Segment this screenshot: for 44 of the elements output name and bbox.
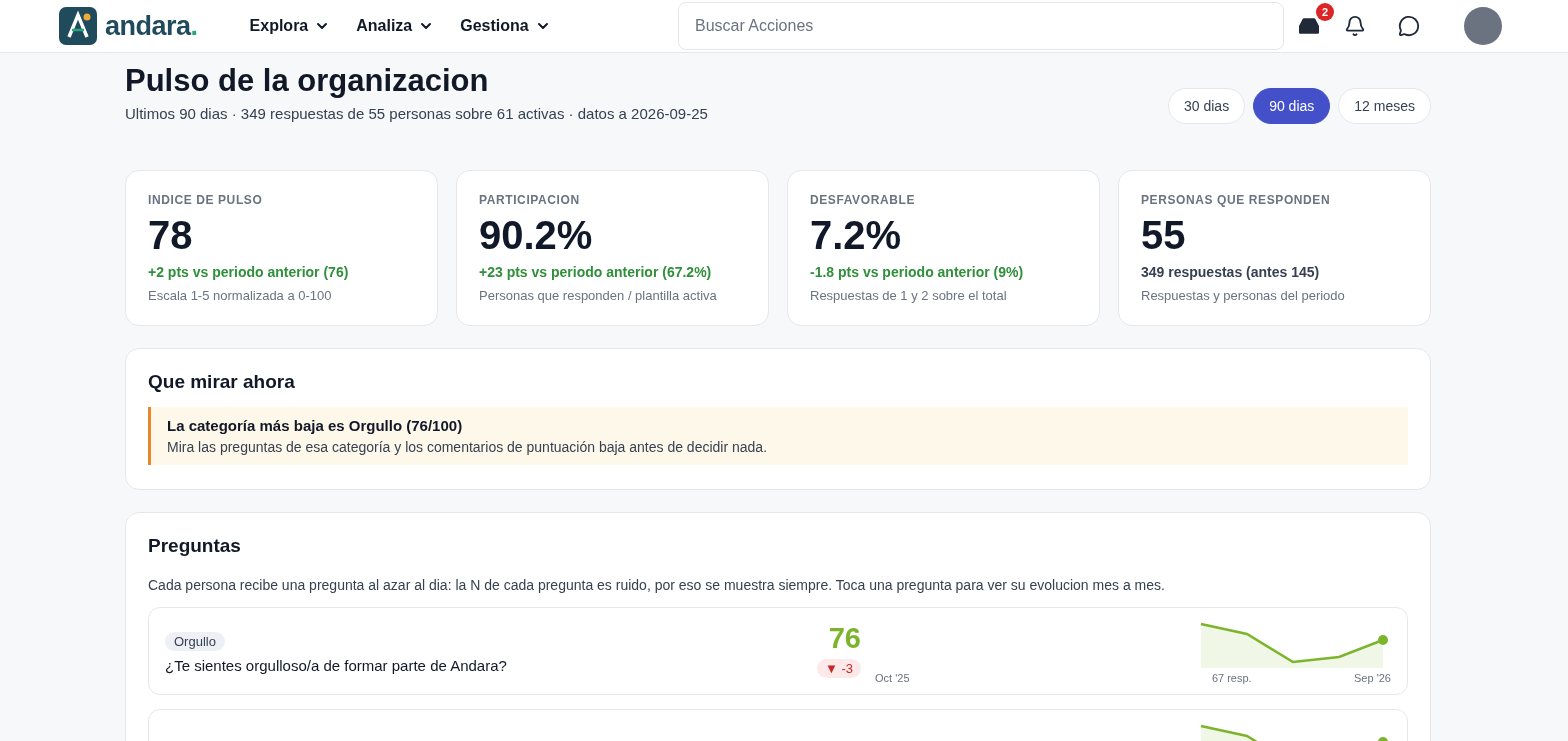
nav-menu[interactable]: Analiza xyxy=(354,13,437,39)
nav-menu[interactable]: Explora xyxy=(247,13,333,39)
alert-text: Mira las preguntas de esa categoría y los comentarios de puntuación baja antes de decidir nada. xyxy=(167,439,769,455)
change-badge: ▼ -3 xyxy=(816,659,861,678)
kpi-delta: +2 pts vs periodo anterior (76) xyxy=(148,264,350,280)
range-tab[interactable]: 30 dias xyxy=(1168,88,1246,124)
logo-icon xyxy=(59,7,97,45)
axis-label: Sep '26 xyxy=(1354,672,1391,684)
kpi-value: 78 xyxy=(148,213,194,258)
kpi-delta: +23 pts vs periodo anterior (67.2%) xyxy=(479,264,713,280)
category-tag: Orgullo xyxy=(165,632,225,651)
kpi-note: Personas que responden / plantilla activa xyxy=(479,288,718,303)
kpi-value: 90.2% xyxy=(479,213,594,258)
kpi-label: INDICE DE PULSO xyxy=(148,193,264,207)
kpi-value: 55 xyxy=(1141,213,1187,258)
section-title: Que mirar ahora xyxy=(148,371,296,393)
notification-badge: 2 xyxy=(1316,3,1334,21)
question-text: ¿Te sientes orgulloso/a de formar parte de Andara? xyxy=(165,657,508,674)
logo-wordmark: andara. xyxy=(105,10,198,42)
range-tab[interactable]: 12 meses xyxy=(1338,88,1431,124)
kpi-label: PERSONAS QUE RESPONDEN xyxy=(1141,193,1332,207)
kpi-note: Escala 1-5 normalizada a 0-100 xyxy=(148,288,333,303)
kpi-label: DESFAVORABLE xyxy=(810,193,916,207)
question-card[interactable]: Orgullo ¿Te sientes orgulloso/a de formar parte de Andara? 76 ▼ -3 Oct '25 67 resp. Sep '26 xyxy=(148,607,1408,695)
alert-title: La categoría más baja es Orgullo (76/100) xyxy=(167,417,464,434)
kpi-note: Respuestas y personas del periodo xyxy=(1141,288,1346,303)
kpi-label: PARTICIPACION xyxy=(479,193,581,207)
section-description: Cada persona recibe una pregunta al azar al dia: la N de cada pregunta es ruido, por eso se muestra siempre. Toca una pregunta para ver su evolucion mes a mes. xyxy=(148,577,1166,593)
axis-label: Oct '25 xyxy=(875,672,910,684)
kpi-note: Respuestas de 1 y 2 sobre el total xyxy=(810,288,1008,303)
page-title: Pulso de la organizacion xyxy=(125,63,490,99)
bell-icon[interactable] xyxy=(1344,15,1366,37)
chat-icon[interactable] xyxy=(1398,15,1420,37)
page-subtitle: Ultimos 90 dias · 349 respuestas de 55 personas sobre 61 activas · datos a 2026-09-25 xyxy=(125,105,708,122)
kpi-delta: 349 respuestas (antes 145) xyxy=(1141,264,1321,280)
response-count: 67 resp. xyxy=(1211,672,1252,684)
search-field[interactable]: Buscar Acciones xyxy=(678,2,1284,50)
avatar[interactable] xyxy=(1464,7,1502,45)
kpi-delta: -1.8 pts vs periodo anterior (9%) xyxy=(810,264,1025,280)
question-score: 76 xyxy=(828,622,861,655)
nav-menu[interactable]: Gestiona xyxy=(458,13,553,39)
section-title: Preguntas xyxy=(148,535,242,557)
range-tab[interactable]: 90 dias xyxy=(1253,88,1331,124)
kpi-value: 7.2% xyxy=(810,213,903,258)
